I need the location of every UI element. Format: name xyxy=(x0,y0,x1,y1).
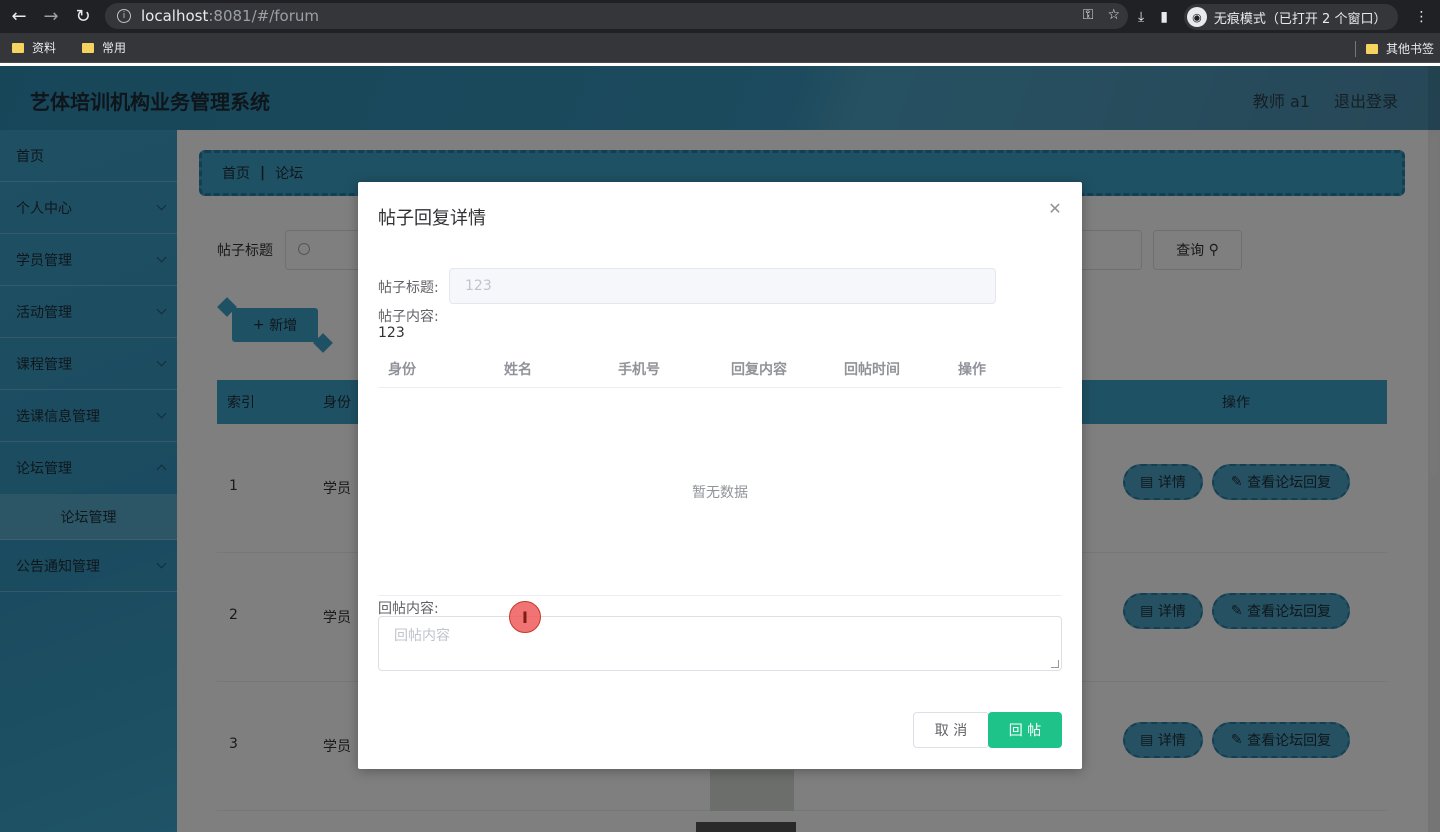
post-title-field: 123 xyxy=(449,268,996,304)
scrollbar-thumb[interactable] xyxy=(1430,136,1438,476)
submit-reply-button[interactable]: 回 帖 xyxy=(988,712,1062,748)
menu-icon[interactable]: ⋮ xyxy=(1414,9,1428,25)
column-header-reply-content: 回复内容 xyxy=(731,362,787,378)
browser-toolbar: ← → ↻ i localhost:8081/#/forum ⚿ ☆ ⤓ ▮ ◉… xyxy=(0,0,1440,33)
folder-icon xyxy=(12,42,24,53)
column-header-name: 姓名 xyxy=(504,362,532,378)
reply-detail-dialog: 帖子回复详情 ✕ 帖子标题: 123 帖子内容: 123 身份 姓名 手机号 回… xyxy=(358,182,1082,769)
url-path: :8081/#/forum xyxy=(208,7,319,25)
close-icon[interactable]: ✕ xyxy=(1048,201,1062,217)
bookmark-label: 资料 xyxy=(32,41,57,55)
resize-handle[interactable] xyxy=(1051,660,1059,668)
text-cursor-icon: I xyxy=(509,601,541,633)
incognito-icon: ◉ xyxy=(1186,7,1207,27)
incognito-indicator[interactable]: ◉ 无痕模式（已打开 2 个窗口） xyxy=(1183,4,1399,30)
post-title-label: 帖子标题: xyxy=(378,280,439,296)
reply-placeholder: 回帖内容 xyxy=(394,628,450,644)
url-host: localhost xyxy=(141,7,209,25)
bookmark-folder[interactable]: 资料 xyxy=(12,39,56,56)
post-content-label: 帖子内容: xyxy=(378,309,439,325)
column-header-role: 身份 xyxy=(388,362,416,378)
folder-icon xyxy=(1365,43,1378,54)
cancel-button[interactable]: 取 消 xyxy=(913,712,989,748)
incognito-label: 无痕模式（已打开 2 个窗口） xyxy=(1213,11,1387,27)
replies-table-header: 身份 姓名 手机号 回复内容 回帖时间 操作 xyxy=(378,348,1062,388)
post-content-value: 123 xyxy=(378,325,405,341)
site-info-icon[interactable]: i xyxy=(117,9,131,23)
download-icon[interactable]: ⤓ xyxy=(1138,9,1144,25)
dialog-title: 帖子回复详情 xyxy=(378,208,486,229)
reload-icon[interactable]: ↻ xyxy=(70,4,96,30)
bookmark-folder[interactable]: 常用 xyxy=(82,39,126,56)
back-icon[interactable]: ← xyxy=(6,4,32,30)
folder-icon xyxy=(82,42,95,53)
forward-icon[interactable]: → xyxy=(38,4,64,30)
column-header-reply-time: 回帖时间 xyxy=(844,362,900,378)
column-header-phone: 手机号 xyxy=(618,362,660,378)
key-icon[interactable]: ⚿ xyxy=(1083,7,1094,23)
page-scrollbar[interactable] xyxy=(1428,66,1440,832)
reply-content-label: 回帖内容: xyxy=(378,601,439,617)
star-icon[interactable]: ☆ xyxy=(1107,7,1120,23)
other-bookmarks[interactable]: 其他书签 xyxy=(1354,40,1434,57)
bookmark-label: 常用 xyxy=(102,41,127,55)
address-bar[interactable]: i localhost:8081/#/forum ⚿ ☆ xyxy=(105,3,1128,29)
reply-content-input[interactable]: 回帖内容 xyxy=(378,616,1062,671)
other-bookmarks-label: 其他书签 xyxy=(1385,42,1434,56)
bookmarks-bar: 资料 常用 其他书签 xyxy=(0,33,1440,63)
sidepanel-icon[interactable]: ▮ xyxy=(1160,9,1168,25)
empty-state: 暂无数据 xyxy=(378,388,1062,596)
column-header-actions: 操作 xyxy=(958,362,986,378)
